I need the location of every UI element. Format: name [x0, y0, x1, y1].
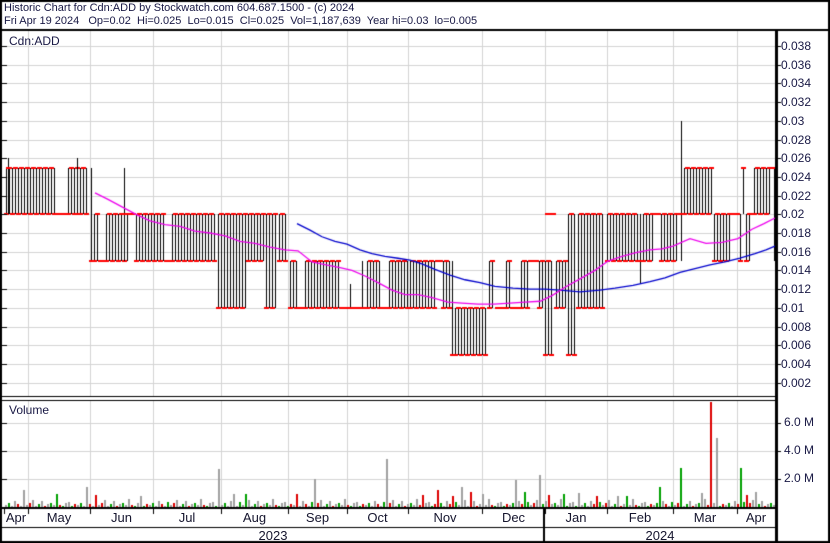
price-tick-label: 0.024 [781, 170, 812, 184]
month-label: May [46, 510, 72, 525]
volume-panel-label: Volume [9, 403, 50, 417]
year-label: 2024 [645, 528, 675, 543]
price-tick-label: 0.004 [781, 357, 812, 371]
month-label: Mar [693, 510, 717, 525]
month-label: Jul [178, 510, 196, 525]
year-label: 2023 [258, 528, 288, 543]
price-tick-label: 0.012 [781, 282, 812, 296]
price-tick-label: 0.018 [781, 226, 812, 240]
month-label: Jun [111, 510, 132, 525]
volume-tick-label: 6.0 M [784, 415, 815, 429]
month-label: Nov [433, 510, 457, 525]
symbol-label: Cdn:ADD [9, 34, 60, 48]
volume-tick-label: 2.0 M [784, 471, 815, 485]
stock-chart-screen: Historic Chart for Cdn:ADD by Stockwatch… [0, 0, 830, 543]
price-tick-label: 0.026 [781, 151, 812, 165]
price-tick-label: 0.008 [781, 320, 812, 334]
price-tick-label: 0.006 [781, 338, 812, 352]
price-tick-label: 0.014 [781, 263, 812, 277]
month-label: Apr [5, 510, 27, 525]
header-quote-line: Fri Apr 19 2024 Op=0.02 Hi=0.025 Lo=0.01… [4, 15, 478, 27]
price-tick-label: 0.036 [781, 58, 812, 72]
chart-canvas [0, 0, 830, 543]
price-tick-label: 0.002 [781, 376, 812, 390]
price-tick-label: 0.032 [781, 95, 812, 109]
header-title: Historic Chart for Cdn:ADD by Stockwatch… [4, 2, 355, 14]
month-label: Feb [628, 510, 652, 525]
price-tick-label: 0.03 [781, 114, 805, 128]
price-tick-label: 0.038 [781, 39, 812, 53]
month-label: Aug [242, 510, 267, 525]
volume-tick-label: 4.0 M [784, 443, 815, 457]
month-label: Jan [565, 510, 587, 525]
price-tick-label: 0.02 [781, 207, 805, 221]
month-label: Oct [367, 510, 388, 525]
month-label: Apr [745, 510, 767, 525]
price-tick-label: 0.028 [781, 133, 812, 147]
price-tick-label: 0.01 [781, 301, 805, 315]
month-label: Dec [501, 510, 526, 525]
month-label: Sep [305, 510, 330, 525]
price-tick-label: 0.016 [781, 245, 812, 259]
price-tick-label: 0.022 [781, 189, 812, 203]
price-tick-label: 0.034 [781, 76, 812, 90]
